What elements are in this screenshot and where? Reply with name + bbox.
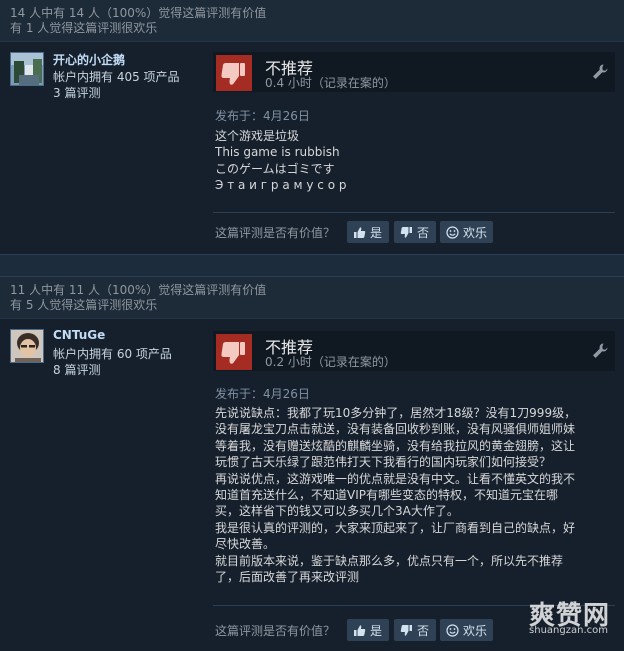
hours-played: 0.4 小时（记录在案的） <box>265 76 396 90</box>
vote-header[interactable]: 不推荐 0.4 小时（记录在案的） <box>213 52 615 92</box>
review-line: 这个游戏是垃圾 <box>215 129 300 143</box>
review-line: 就目前版本来说，鉴于缺点那么多，优点只有一个，所以先不推荐 <box>215 553 564 568</box>
review-line: 再说说优点，这游戏唯一的优点就是没有中文。让看不懂英文的我不 <box>215 471 576 486</box>
review-line: 了，后面改善了再来改评测 <box>215 570 360 585</box>
review-separator <box>0 254 624 277</box>
author-name[interactable]: CNTuGe <box>53 328 105 342</box>
vote-funny-label: 欢乐 <box>463 623 488 638</box>
author-name[interactable]: 开心的小企鹅 <box>53 51 125 68</box>
vote-no-label: 否 <box>417 623 430 638</box>
thumbs-down-icon <box>400 624 412 636</box>
vote-yes-button[interactable]: 是 <box>347 221 389 243</box>
review-author: 开心的小企鹅 帐户内拥有 405 项产品 3 篇评测 <box>10 52 200 102</box>
vote-yes-label: 是 <box>370 225 383 240</box>
vote-header[interactable]: 不推荐 0.2 小时（记录在案的） <box>213 331 615 371</box>
vote-funny-label: 欢乐 <box>463 225 488 240</box>
hours-played: 0.2 小时（记录在案的） <box>265 355 396 369</box>
review-header: 11 人中有 11 人（100%）觉得这篇评测有价值 有 5 人觉得这篇评测很欢… <box>0 277 624 319</box>
watermark-domain: shuangzan.com <box>529 625 608 636</box>
review-line: Э т а и г р а м у с о р <box>215 178 347 193</box>
review-header: 14 人中有 14 人（100%）觉得这篇评测有价值 有 1 人觉得这篇评测很欢… <box>0 0 624 42</box>
thumbs-down-icon <box>216 334 252 370</box>
funny-summary: 有 1 人觉得这篇评测很欢乐 <box>10 21 158 35</box>
wrench-icon[interactable] <box>591 342 609 360</box>
posted-date: 发布于：4月26日 <box>215 387 310 401</box>
review-body: 先说说缺点：我都了玩10多分钟了，居然才18级？没有1刀999级， 没有屠龙宝刀… <box>215 405 610 585</box>
helpful-summary: 14 人中有 14 人（100%）觉得这篇评测有价值 <box>10 6 267 20</box>
thumbs-down-icon <box>216 55 252 91</box>
smiley-icon <box>446 225 459 239</box>
author-reviews[interactable]: 8 篇评测 <box>53 361 100 378</box>
helpful-prompt: 这篇评测是否有价值？ <box>215 624 336 638</box>
helpful-prompt: 这篇评测是否有价值？ <box>215 226 336 240</box>
site-watermark: 爽赞网 shuangzan.com <box>500 595 610 636</box>
thumbs-down-icon <box>400 226 412 238</box>
thumbs-up-icon <box>354 226 366 238</box>
helpful-summary: 11 人中有 11 人（100%）觉得这篇评测有价值 <box>10 283 267 297</box>
wrench-icon[interactable] <box>591 63 609 81</box>
vote-no-button[interactable]: 否 <box>394 221 436 243</box>
review-line: 知道首充送什么，不知道VIP有哪些变态的特权，不知道元宝在哪 <box>215 488 558 503</box>
author-products[interactable]: 帐户内拥有 405 项产品 <box>53 68 180 85</box>
smiley-icon <box>446 623 459 637</box>
review-body: 这个游戏是垃圾 This game is rubbish このゲームはゴミです … <box>215 128 610 194</box>
review-line: 玩惯了古天乐绿了跟范伟打天下我看行的国内玩家们如何接受？ <box>215 455 552 470</box>
review-line: 等着我，没有赠送炫酷的麒麟坐骑，没有给我拉风的黄金翅膀，这让 <box>215 438 576 453</box>
vote-funny-button[interactable]: 欢乐 <box>440 619 493 641</box>
avatar[interactable] <box>10 52 44 86</box>
funny-summary: 有 5 人觉得这篇评测很欢乐 <box>10 298 158 312</box>
review-line: 没有屠龙宝刀点击就送，没有装备回收秒到账，没有风骚俱师姐师妹 <box>215 422 576 437</box>
author-products[interactable]: 帐户内拥有 60 项产品 <box>53 345 172 362</box>
review-line: 先说说缺点：我都了玩10多分钟了，居然才18级？没有1刀999级， <box>215 406 577 420</box>
vote-funny-button[interactable]: 欢乐 <box>440 221 493 243</box>
vote-no-label: 否 <box>417 225 430 240</box>
review-line: This game is rubbish <box>215 145 340 160</box>
review-line: 尽快改善。 <box>215 537 276 552</box>
review-line: このゲームはゴミです <box>215 161 335 176</box>
posted-date: 发布于：4月26日 <box>215 109 310 123</box>
thumbs-up-icon <box>354 624 366 636</box>
vote-yes-button[interactable]: 是 <box>347 619 389 641</box>
review-author: CNTuGe 帐户内拥有 60 项产品 8 篇评测 <box>10 328 200 379</box>
review-line: 我是很认真的评测的，大家来顶起来了，让厂商看到自己的缺点，好 <box>215 520 576 535</box>
avatar[interactable] <box>10 329 44 363</box>
vote-no-button[interactable]: 否 <box>394 619 436 641</box>
author-reviews[interactable]: 3 篇评测 <box>53 84 100 101</box>
review-card: 14 人中有 14 人（100%）觉得这篇评测有价值 有 1 人觉得这篇评测很欢… <box>0 0 624 254</box>
divider <box>213 212 615 213</box>
review-line: 买，这样省下的钱又可以多买几个3A大作了。 <box>215 504 459 519</box>
vote-yes-label: 是 <box>370 623 383 638</box>
